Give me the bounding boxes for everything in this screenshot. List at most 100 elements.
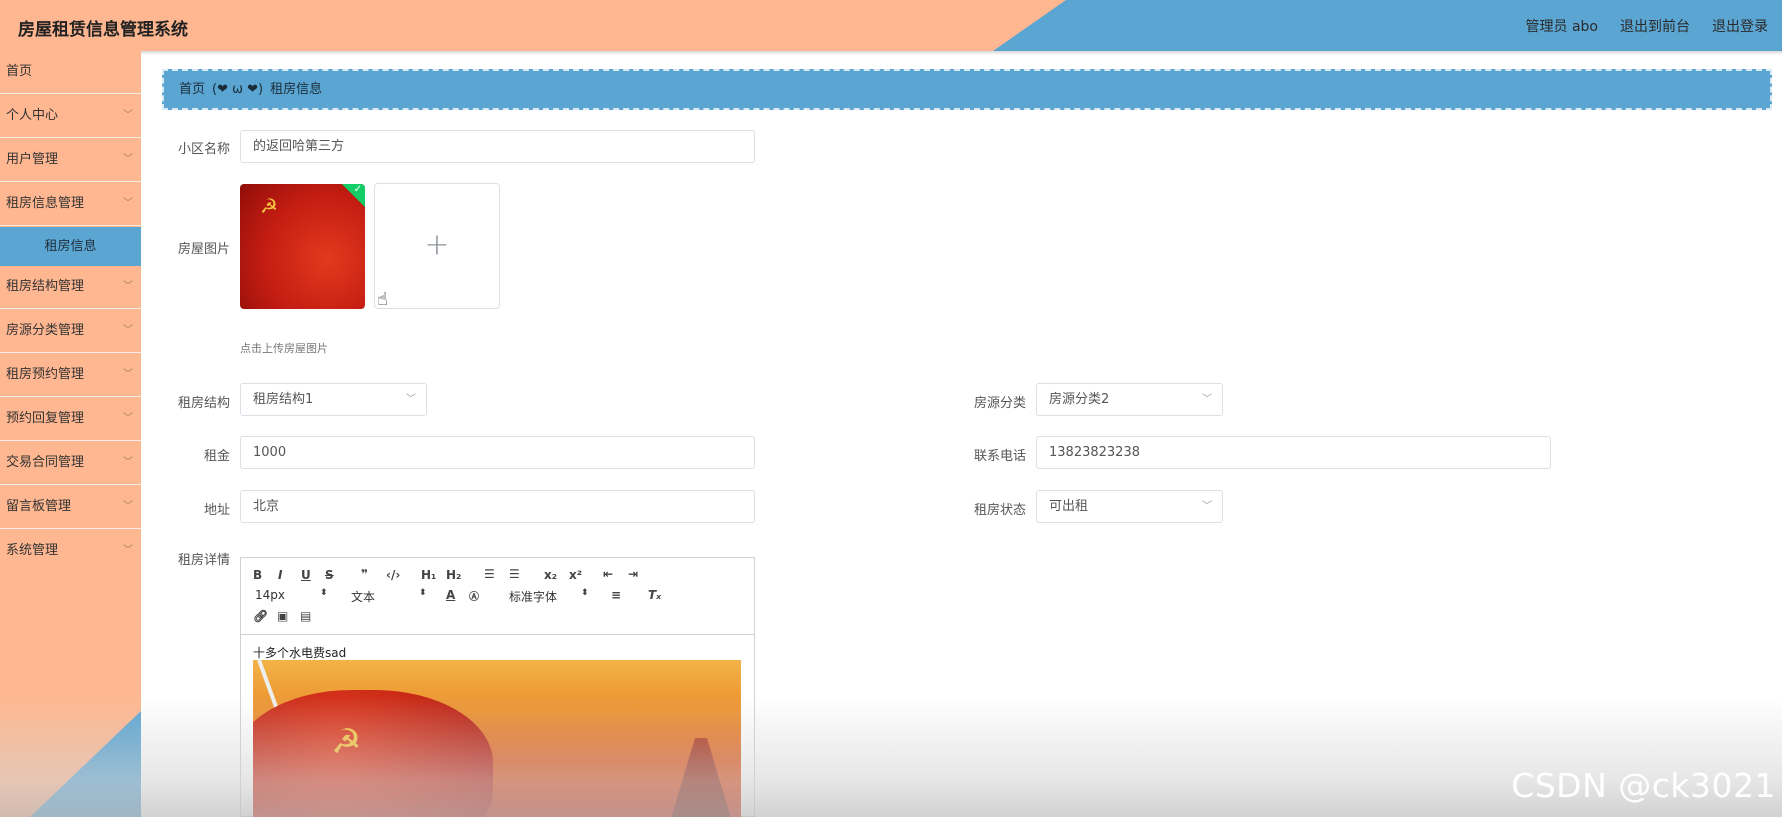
indent-icon[interactable]: ⇥ <box>628 567 638 581</box>
sidebar-item-label: 留言板管理 <box>6 499 72 514</box>
sidebar-item-label: 用户管理 <box>6 152 59 167</box>
image-icon[interactable]: ▣ <box>277 609 288 623</box>
header-peach-band <box>0 0 1066 51</box>
phone-input[interactable]: 13823823238 <box>1036 436 1551 469</box>
rent-input[interactable]: 1000 <box>240 436 755 469</box>
category-select[interactable]: 房源分类2 ﹀ <box>1036 383 1223 416</box>
status-label: 租房状态 <box>973 503 1026 518</box>
red-flag <box>253 690 493 817</box>
code-block-icon[interactable]: ‹/› <box>386 568 400 582</box>
link-icon[interactable]: 🔗︎ <box>253 609 268 623</box>
chevron-down-icon: ﹀ <box>123 545 133 556</box>
chevron-down-icon: ﹀ <box>1202 501 1212 512</box>
chevron-down-icon: ﹀ <box>123 154 133 165</box>
address-label: 地址 <box>203 503 230 518</box>
blockquote-icon[interactable]: ❞ <box>361 567 368 581</box>
sidebar-item-label: 预约回复管理 <box>6 411 85 426</box>
category-select-value: 房源分类2 <box>1049 392 1110 407</box>
underline-icon[interactable]: U <box>301 568 311 582</box>
background-color-icon[interactable]: Ⓐ <box>469 588 479 603</box>
hand-cursor-icon: ☝ <box>377 289 388 310</box>
breadcrumb-home[interactable]: 首页 <box>179 82 205 97</box>
strikethrough-icon[interactable]: S <box>325 568 334 582</box>
chevron-down-icon: ﹀ <box>123 281 133 292</box>
video-icon[interactable]: ▤ <box>300 609 311 623</box>
sidebar-item-message-board[interactable]: 留言板管理 ﹀ <box>0 486 141 529</box>
rich-text-editor[interactable]: B I U S ❞ ‹/› H₁ H₂ ☰ ☰ x₂ x² ⇤ ⇥ 14px ⬍… <box>240 557 755 817</box>
superscript-icon[interactable]: x² <box>569 568 582 582</box>
plus-icon: + <box>424 227 450 263</box>
sidebar-item-rental-info-management[interactable]: 租房信息管理 ﹀ <box>0 183 141 226</box>
sidebar-item-label: 系统管理 <box>6 543 59 558</box>
exit-to-front-link[interactable]: 退出到前台 <box>1620 16 1690 36</box>
check-icon: ✓ <box>353 184 362 195</box>
sidebar-item-structure-management[interactable]: 租房结构管理 ﹀ <box>0 266 141 309</box>
sidebar-decoration <box>30 711 141 817</box>
sidebar-item-personal-center[interactable]: 个人中心 ﹀ <box>0 95 141 138</box>
sidebar-item-label: 首页 <box>6 64 33 79</box>
logout-link[interactable]: 退出登录 <box>1712 16 1768 36</box>
watermark: CSDN @ck3021 <box>1511 766 1776 805</box>
heading1-icon[interactable]: H₁ <box>421 568 436 582</box>
sidebar-item-category-management[interactable]: 房源分类管理 ﹀ <box>0 310 141 353</box>
breadcrumb-separator: (❤ ω ❤) <box>212 82 264 97</box>
align-icon[interactable]: ≡ <box>611 588 621 602</box>
sidebar-item-contract-management[interactable]: 交易合同管理 ﹀ <box>0 442 141 485</box>
image-upload-button[interactable]: + <box>374 183 500 309</box>
sidebar-item-label: 个人中心 <box>6 108 59 123</box>
bullet-list-icon[interactable]: ☰ <box>509 567 520 581</box>
editor-embedded-image[interactable]: ☭ <box>253 660 741 817</box>
emblem-icon: ☭ <box>260 194 278 218</box>
clear-format-icon[interactable]: Tₓ <box>648 588 661 602</box>
editor-toolbar: B I U S ❞ ‹/› H₁ H₂ ☰ ☰ x₂ x² ⇤ ⇥ 14px ⬍… <box>241 558 754 635</box>
images-label: 房屋图片 <box>177 242 230 257</box>
rent-label: 租金 <box>203 449 230 464</box>
font-family-select[interactable]: 标准字体 <box>509 588 557 605</box>
italic-icon[interactable]: I <box>278 568 282 582</box>
sidebar: 首页 个人中心 ﹀ 用户管理 ﹀ 租房信息管理 ﹀ 租房信息 租房结构管理 ﹀ 房源分类… <box>0 51 141 817</box>
community-label: 小区名称 <box>177 142 230 157</box>
emblem-icon: ☭ <box>331 722 362 762</box>
sidebar-item-reply-management[interactable]: 预约回复管理 ﹀ <box>0 398 141 441</box>
address-input[interactable]: 北京 <box>240 490 755 523</box>
community-input[interactable]: 的返回哈第三方 <box>240 130 755 163</box>
text-type-select[interactable]: 文本 <box>351 588 375 605</box>
header-actions: 管理员 abo 退出到前台 退出登录 <box>1526 16 1768 36</box>
sidebar-item-label: 租房预约管理 <box>6 367 85 382</box>
subscript-icon[interactable]: x₂ <box>544 568 557 582</box>
structure-select-value: 租房结构1 <box>253 392 314 407</box>
status-select-value: 可出租 <box>1049 499 1089 514</box>
sidebar-item-user-management[interactable]: 用户管理 ﹀ <box>0 139 141 182</box>
font-size-select[interactable]: 14px <box>255 588 285 602</box>
breadcrumb: 首页 (❤ ω ❤) 租房信息 <box>162 69 1772 110</box>
chevron-down-icon: ﹀ <box>123 501 133 512</box>
admin-label: 管理员 abo <box>1525 19 1598 35</box>
upload-hint: 点击上传房屋图片 <box>240 342 328 355</box>
select-arrows-icon: ⬍ <box>581 588 589 598</box>
select-arrows-icon: ⬍ <box>320 588 328 598</box>
outdent-icon[interactable]: ⇤ <box>603 567 613 581</box>
top-header: 房屋租赁信息管理系统 管理员 abo 退出到前台 退出登录 <box>0 0 1782 51</box>
breadcrumb-current: 租房信息 <box>270 82 323 97</box>
uploaded-house-image[interactable]: ☭ ✓ <box>240 184 365 309</box>
chevron-down-icon: ﹀ <box>123 198 133 209</box>
sidebar-item-home[interactable]: 首页 <box>0 51 141 94</box>
sidebar-item-label: 房源分类管理 <box>6 323 85 338</box>
sidebar-item-label: 租房信息管理 <box>6 196 85 211</box>
heading2-icon[interactable]: H₂ <box>446 568 461 582</box>
select-arrows-icon: ⬍ <box>419 588 427 598</box>
sidebar-item-booking-management[interactable]: 租房预约管理 ﹀ <box>0 354 141 397</box>
phone-label: 联系电话 <box>973 449 1026 464</box>
tower-silhouette <box>671 738 731 817</box>
ordered-list-icon[interactable]: ☰ <box>484 567 495 581</box>
status-select[interactable]: 可出租 ﹀ <box>1036 490 1223 523</box>
font-color-icon[interactable]: A <box>446 588 455 602</box>
bold-icon[interactable]: B <box>253 568 262 582</box>
chevron-down-icon: ﹀ <box>123 325 133 336</box>
chevron-down-icon: ﹀ <box>123 110 133 121</box>
main-content: 首页 (❤ ω ❤) 租房信息 小区名称 的返回哈第三方 房屋图片 ☭ ✓ + ☝ … <box>141 51 1782 817</box>
sidebar-item-system-management[interactable]: 系统管理 ﹀ <box>0 530 141 573</box>
sidebar-subitem-rental-info[interactable]: 租房信息 <box>0 227 141 266</box>
structure-select[interactable]: 租房结构1 ﹀ <box>240 383 427 416</box>
chevron-down-icon: ﹀ <box>123 369 133 380</box>
